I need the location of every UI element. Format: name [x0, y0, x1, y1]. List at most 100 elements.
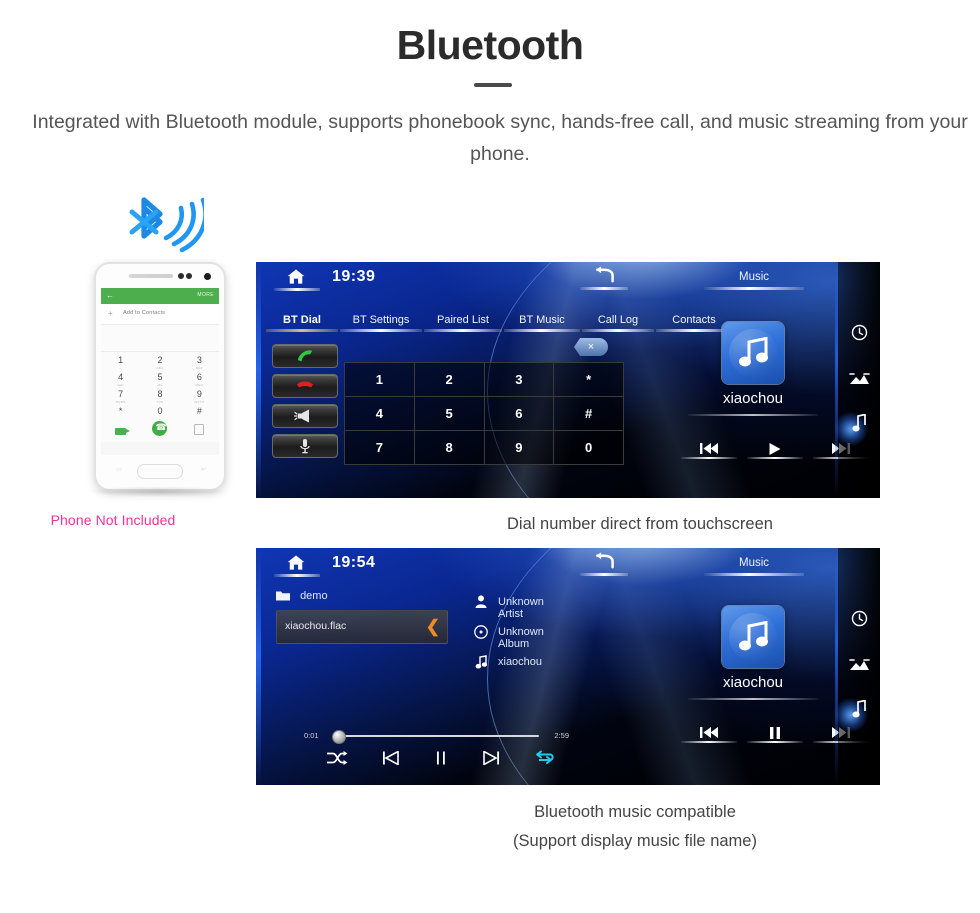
repeat-icon: [536, 750, 554, 764]
prev-track-button[interactable]: [681, 442, 737, 459]
tab-bt-settings[interactable]: BT Settings: [340, 314, 422, 332]
speaker-button[interactable]: [272, 404, 338, 428]
pause-icon: [437, 751, 445, 764]
rail-music-button[interactable]: [834, 412, 880, 446]
dialpad-key[interactable]: 7: [344, 431, 415, 465]
phone-call-button[interactable]: [140, 421, 179, 441]
dialpad-key[interactable]: 2: [414, 362, 485, 397]
phone-more-button[interactable]: MORE: [197, 292, 214, 298]
music-file-item[interactable]: xiaochou.flac ❮: [276, 610, 448, 644]
play-button[interactable]: [747, 442, 803, 459]
phone-key-num: 6: [196, 372, 202, 382]
dialpad-key[interactable]: 6: [484, 397, 555, 431]
page-title: Bluetooth: [396, 22, 584, 68]
tab-call-log[interactable]: Call Log: [582, 314, 654, 332]
phone-number-field[interactable]: [101, 325, 219, 352]
music-seek-bar[interactable]: 0:01 2:59: [304, 730, 569, 744]
phone-key[interactable]: *: [101, 403, 140, 420]
next-track-button[interactable]: [482, 749, 500, 770]
pause-button[interactable]: [434, 751, 448, 770]
prev-track-button[interactable]: [681, 726, 737, 743]
phone-key[interactable]: 9 WXYZ: [180, 386, 219, 404]
dialpad-key[interactable]: 4: [344, 397, 415, 431]
screen-left-glow: [256, 262, 261, 498]
bluetooth-signal-icon: [129, 197, 204, 253]
dialpad-key[interactable]: #: [554, 397, 624, 431]
tab-paired-list[interactable]: Paired List: [424, 314, 502, 332]
end-call-button[interactable]: [272, 374, 338, 398]
answer-call-button[interactable]: [272, 344, 338, 368]
microphone-button[interactable]: [272, 434, 338, 458]
phone-key[interactable]: 1 ∞: [101, 352, 140, 370]
back-underline: [580, 287, 628, 290]
phone-back-key-icon[interactable]: ↩: [201, 466, 206, 473]
phone-hide-keypad-button[interactable]: [180, 422, 219, 440]
dialpad-key[interactable]: *: [554, 362, 624, 397]
tab-bt-dial[interactable]: BT Dial: [266, 314, 338, 332]
album-icon: [472, 625, 490, 642]
music-folder-row[interactable]: demo: [276, 590, 328, 602]
seek-track[interactable]: [338, 735, 539, 737]
phone-menu-key-icon[interactable]: ▭: [116, 466, 122, 473]
tab-label: Call Log: [597, 314, 639, 326]
dialpad-key[interactable]: 8: [414, 431, 485, 465]
phone-key[interactable]: 8 TUV: [140, 386, 179, 404]
tab-bt-music[interactable]: BT Music: [504, 314, 580, 332]
headunit-screen-music[interactable]: 19:54 Music demo xiaochou.flac ❮ Unknown…: [256, 548, 880, 785]
rail-clock-button[interactable]: [838, 610, 880, 640]
phone-key[interactable]: #: [180, 403, 219, 420]
dial-music-label[interactable]: Music: [708, 271, 800, 283]
tab-underline: [582, 329, 654, 332]
microphone-icon: [300, 439, 310, 454]
headunit-screen-dial[interactable]: 19:39 Music BT Dial BT Settings Paired L…: [256, 262, 880, 498]
repeat-button[interactable]: [528, 750, 562, 770]
phone-back-icon[interactable]: ←: [106, 291, 114, 301]
title-divider: [474, 83, 512, 87]
phone-key[interactable]: 4 GHI: [101, 369, 140, 387]
phone-key[interactable]: 0 +: [140, 403, 179, 421]
phone-key[interactable]: 3 DEF: [180, 352, 219, 370]
dial-side-rail: [834, 262, 880, 498]
seek-handle[interactable]: [332, 730, 346, 744]
tab-contacts[interactable]: Contacts: [656, 314, 732, 332]
phone-video-call-button[interactable]: [101, 422, 140, 440]
phone-key-num: 4: [118, 372, 124, 382]
screen-left-glow: [256, 548, 261, 785]
play-icon: [769, 443, 781, 455]
prev-track-button[interactable]: [382, 749, 400, 770]
dialpad-key[interactable]: 1: [344, 362, 415, 397]
photo-icon: [848, 659, 870, 670]
rail-music-button[interactable]: [834, 698, 880, 732]
shuffle-button[interactable]: [326, 750, 348, 770]
dial-album-art: [722, 322, 784, 384]
phone-earpiece: [129, 274, 173, 278]
rail-photo-button[interactable]: [838, 372, 880, 402]
dialpad-key[interactable]: 3: [484, 362, 555, 397]
back-arrow-icon[interactable]: [590, 551, 618, 572]
dial-now-playing: xiaochou: [722, 390, 784, 407]
phone-add-contacts-row[interactable]: + Add to Contacts: [101, 304, 219, 325]
phone-key[interactable]: 2 ABC: [140, 352, 179, 370]
phone-key[interactable]: 7 PQRS: [101, 386, 140, 404]
phone-key-num: 2: [157, 355, 163, 365]
music-transport-bar: [326, 749, 562, 770]
phone-key[interactable]: 6 MNO: [180, 369, 219, 387]
tab-label: BT Dial: [283, 314, 321, 326]
dial-delete-key[interactable]: ×: [574, 338, 608, 356]
music-album-art: [722, 606, 784, 668]
rail-clock-button[interactable]: [838, 324, 880, 354]
phone-key[interactable]: 5 JKL: [140, 369, 179, 387]
rail-photo-button[interactable]: [838, 658, 880, 688]
home-icon[interactable]: [282, 267, 310, 287]
dialpad-key[interactable]: 5: [414, 397, 485, 431]
phone-home-button[interactable]: [137, 464, 183, 479]
home-icon[interactable]: [282, 553, 310, 573]
music-label[interactable]: Music: [708, 557, 800, 569]
dialpad-key[interactable]: 0: [554, 431, 624, 465]
pause-button[interactable]: [747, 726, 803, 743]
end-call-icon: [297, 381, 313, 388]
music-underline: [704, 573, 804, 576]
dialpad-key[interactable]: 9: [484, 431, 555, 465]
back-arrow-icon[interactable]: [590, 265, 618, 286]
page-root: Bluetooth Integrated with Bluetooth modu…: [0, 0, 980, 913]
